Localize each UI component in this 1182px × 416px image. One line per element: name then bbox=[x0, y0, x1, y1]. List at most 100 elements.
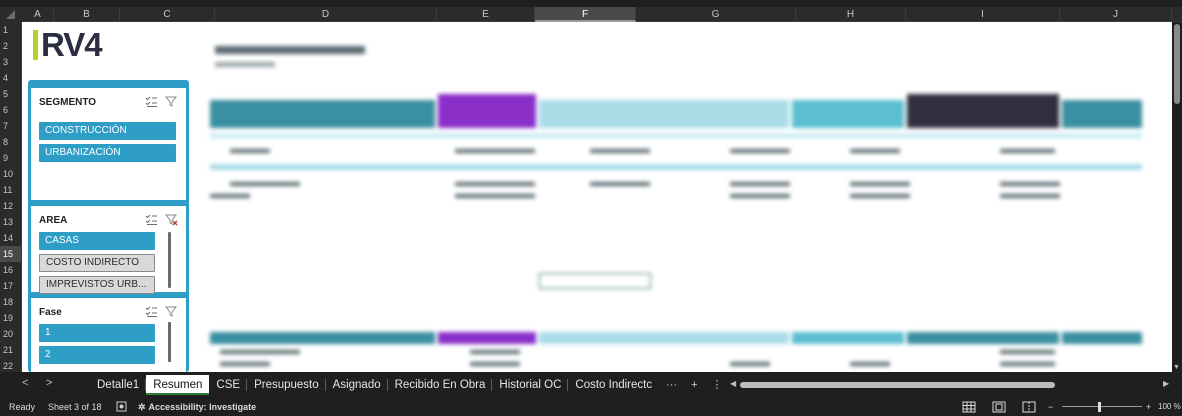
scroll-right-arrow-icon[interactable]: ▶ bbox=[1163, 379, 1169, 388]
column-header-b[interactable]: B bbox=[54, 7, 120, 22]
row-header-20[interactable]: 20 bbox=[0, 326, 21, 342]
multi-select-icon[interactable] bbox=[144, 304, 158, 323]
row-header-17[interactable]: 17 bbox=[0, 278, 21, 294]
vertical-scroll-thumb[interactable] bbox=[1174, 24, 1180, 104]
slicer-scrollbar[interactable] bbox=[168, 322, 171, 362]
row-header-14[interactable]: 14 bbox=[0, 230, 21, 246]
row-header-15[interactable]: 15 bbox=[0, 246, 21, 262]
column-header-f[interactable]: F bbox=[535, 7, 636, 22]
blurred-cell bbox=[220, 362, 270, 366]
row-header-13[interactable]: 13 bbox=[0, 214, 21, 230]
row-header-9[interactable]: 9 bbox=[0, 150, 21, 166]
row-header-12[interactable]: 12 bbox=[0, 198, 21, 214]
slicer-segmento: SEGMENTO CONSTRUCCIÓN URBANIZACIÓN bbox=[31, 88, 186, 200]
more-sheets-icon[interactable]: ··· bbox=[659, 375, 684, 395]
row-header-18[interactable]: 18 bbox=[0, 294, 21, 310]
row-header-4[interactable]: 4 bbox=[0, 70, 21, 86]
pivot-header-cell bbox=[1062, 100, 1142, 128]
slicer-item[interactable]: CONSTRUCCIÓN bbox=[39, 122, 176, 140]
sheet-tab[interactable]: Presupuesto bbox=[247, 375, 326, 395]
column-header-e[interactable]: E bbox=[437, 7, 535, 22]
blurred-subtitle bbox=[215, 62, 275, 67]
row-header-3[interactable]: 3 bbox=[0, 54, 21, 70]
pivot2-header-cell bbox=[438, 332, 536, 344]
column-header-a[interactable]: A bbox=[22, 7, 54, 22]
page-layout-view-icon[interactable] bbox=[992, 401, 1006, 413]
blurred-cell bbox=[455, 194, 535, 198]
normal-view-icon[interactable] bbox=[962, 401, 976, 413]
zoom-level[interactable]: 100 % bbox=[1158, 398, 1181, 416]
blurred-cell bbox=[1000, 149, 1055, 153]
add-sheet-button[interactable]: + bbox=[684, 375, 704, 395]
blurred-cell bbox=[470, 350, 520, 354]
row-header-8[interactable]: 8 bbox=[0, 134, 21, 150]
select-all-corner[interactable] bbox=[0, 7, 22, 22]
multi-select-icon[interactable] bbox=[144, 212, 158, 231]
slicer-item[interactable]: COSTO INDIRECTO bbox=[39, 254, 155, 272]
row-header-22[interactable]: 22 bbox=[0, 358, 21, 372]
row-header-16[interactable]: 16 bbox=[0, 262, 21, 278]
pivot-header-cell bbox=[539, 100, 789, 128]
sheet-tab[interactable]: Costo Indirectc bbox=[568, 375, 659, 395]
zoom-in-button[interactable]: + bbox=[1146, 398, 1151, 416]
prev-sheet-arrow-icon[interactable]: < bbox=[22, 377, 28, 389]
sheet-tab[interactable]: Asignado bbox=[326, 375, 388, 395]
scroll-down-arrow-icon[interactable]: ▼ bbox=[1173, 364, 1180, 371]
slicer-item[interactable]: 2 bbox=[39, 346, 155, 364]
page-break-view-icon[interactable] bbox=[1022, 401, 1036, 413]
selected-cell-outline bbox=[539, 273, 651, 289]
slicer-item[interactable]: CASAS bbox=[39, 232, 155, 250]
zoom-out-button[interactable]: − bbox=[1048, 398, 1053, 416]
zoom-slider-knob[interactable] bbox=[1098, 402, 1101, 412]
row-header-6[interactable]: 6 bbox=[0, 102, 21, 118]
zoom-slider[interactable] bbox=[1062, 406, 1142, 407]
row-header-1[interactable]: 1 bbox=[0, 22, 21, 38]
clear-filter-icon[interactable] bbox=[164, 94, 178, 113]
sheet-tab[interactable]: Resumen bbox=[146, 375, 210, 395]
slicer-scrollbar[interactable] bbox=[168, 232, 171, 288]
worksheet-grid[interactable]: RV4 SEGMENTO CONSTRUCCIÓN URBANIZACIÓN AREA… bbox=[22, 22, 1172, 372]
blurred-cell bbox=[850, 194, 910, 198]
column-header-i[interactable]: I bbox=[906, 7, 1060, 22]
blurred-cell bbox=[730, 362, 770, 366]
horizontal-scroll-thumb[interactable] bbox=[740, 382, 1055, 388]
scroll-left-arrow-icon[interactable]: ◀ bbox=[730, 379, 736, 388]
blurred-cell bbox=[850, 182, 910, 186]
macro-record-icon[interactable] bbox=[116, 398, 127, 416]
row-header-19[interactable]: 19 bbox=[0, 310, 21, 326]
slicer-item[interactable]: IMPREVISTOS URB... bbox=[39, 276, 155, 294]
blurred-cell bbox=[210, 194, 250, 198]
column-header-g[interactable]: G bbox=[636, 7, 796, 22]
slicer-panel: SEGMENTO CONSTRUCCIÓN URBANIZACIÓN AREA CASA… bbox=[28, 80, 189, 372]
row-header-2[interactable]: 2 bbox=[0, 38, 21, 54]
column-header-c[interactable]: C bbox=[120, 7, 215, 22]
status-ready: Ready bbox=[9, 402, 36, 412]
next-sheet-arrow-icon[interactable]: > bbox=[46, 377, 52, 389]
column-header-d[interactable]: D bbox=[215, 7, 437, 22]
slicer-item[interactable]: 1 bbox=[39, 324, 155, 342]
row-header-7[interactable]: 7 bbox=[0, 118, 21, 134]
sheet-tab[interactable]: CSE bbox=[209, 375, 247, 395]
column-header-h[interactable]: H bbox=[796, 7, 906, 22]
slicer-item[interactable]: URBANIZACIÓN bbox=[39, 144, 176, 162]
sheet-options-icon[interactable]: ⋮ bbox=[705, 375, 730, 395]
row-header-11[interactable]: 11 bbox=[0, 182, 21, 198]
row-header-10[interactable]: 10 bbox=[0, 166, 21, 182]
clear-filter-icon[interactable] bbox=[164, 212, 178, 231]
multi-select-icon[interactable] bbox=[144, 94, 158, 113]
column-header-j[interactable]: J bbox=[1060, 7, 1172, 22]
sheet-tab[interactable]: Recibido En Obra bbox=[388, 375, 493, 395]
row-header-21[interactable]: 21 bbox=[0, 342, 21, 358]
sheet-tab[interactable]: Historial OC bbox=[492, 375, 569, 395]
row-header-5[interactable]: 5 bbox=[0, 86, 21, 102]
sheet-tab[interactable]: Detalle1 bbox=[90, 375, 147, 395]
vertical-scrollbar[interactable]: ▼ bbox=[1172, 22, 1182, 372]
blurred-cell bbox=[1000, 182, 1060, 186]
accessibility-status[interactable]: ✲ Accessibility: Investigate bbox=[138, 398, 256, 416]
blurred-cell bbox=[230, 149, 270, 153]
blurred-title bbox=[215, 46, 365, 54]
clear-filter-icon[interactable] bbox=[164, 304, 178, 323]
pivot-table-area bbox=[210, 32, 1170, 372]
blurred-cell bbox=[850, 149, 900, 153]
slicer-title: SEGMENTO bbox=[39, 97, 97, 108]
